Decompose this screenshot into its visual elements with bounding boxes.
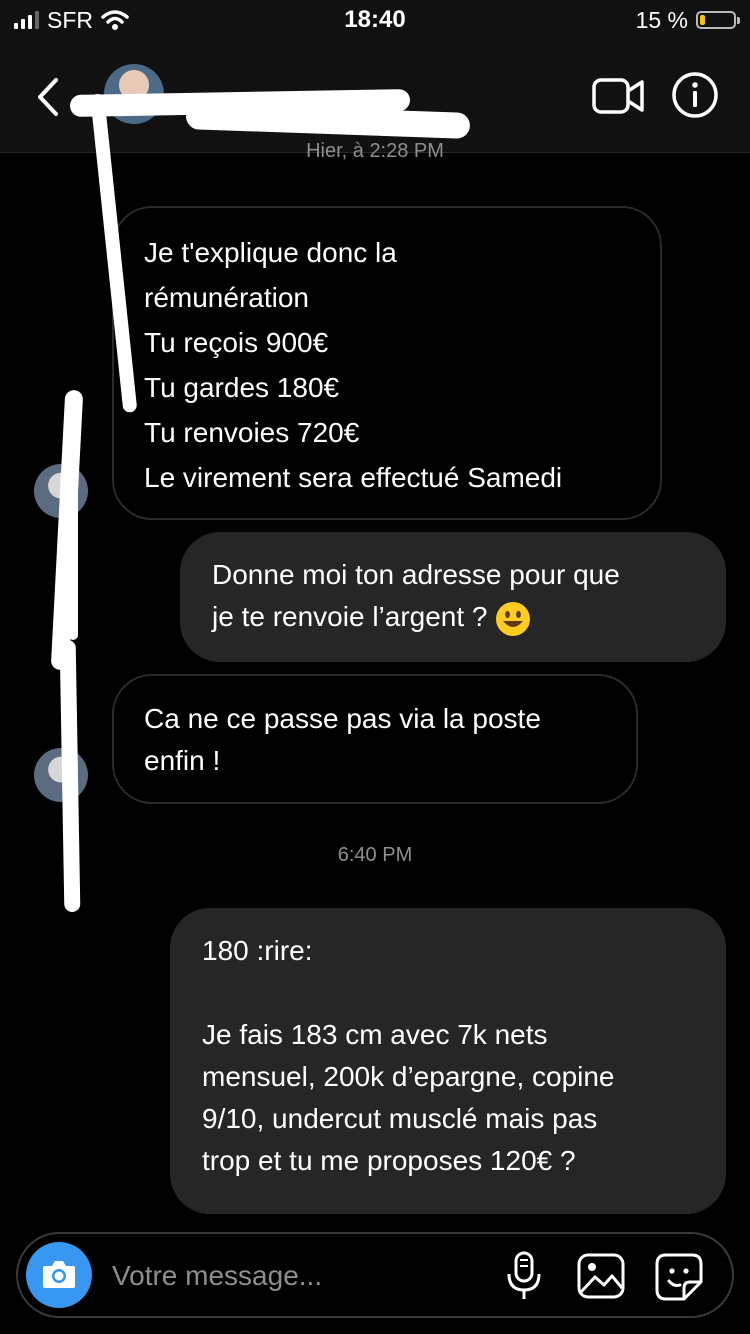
timestamp: Hier, à 2:28 PM [306, 140, 444, 162]
sticker-icon[interactable] [654, 1252, 704, 1302]
battery-info: 15 % [635, 6, 740, 34]
video-call-icon[interactable] [590, 72, 646, 120]
battery-fill [700, 15, 706, 25]
info-icon[interactable] [670, 70, 720, 120]
microphone-icon[interactable] [504, 1250, 544, 1302]
message-composer [16, 1232, 734, 1318]
scribble-mark [50, 389, 84, 671]
message-text: Donne moi ton adresse pour que je te ren… [212, 559, 620, 632]
camera-icon [43, 1261, 75, 1288]
timestamp: 6:40 PM [337, 844, 413, 866]
outgoing-message[interactable]: Donne moi ton adresse pour que je te ren… [180, 532, 726, 662]
outgoing-message[interactable]: 180 :rire: Je fais 183 cm avec 7k nets m… [170, 908, 726, 1214]
chat-header [0, 42, 750, 153]
smiling-face-icon [496, 601, 531, 636]
scribble-mark [68, 400, 78, 640]
status-bar: SFR 18:40 15 % [0, 0, 750, 42]
battery-percent: 15 % [635, 6, 688, 33]
incoming-message[interactable]: Ca ne ce passe pas via la poste enfin ! [112, 674, 638, 804]
message-input[interactable] [110, 1254, 494, 1298]
camera-button[interactable] [26, 1242, 92, 1308]
scribble-mark [59, 639, 81, 913]
back-chevron-icon[interactable] [28, 72, 68, 122]
redaction-mark [185, 103, 471, 139]
gallery-icon[interactable] [576, 1252, 626, 1300]
battery-icon [696, 11, 740, 29]
incoming-message[interactable]: Je t'explique donc la rémunération Tu re… [112, 206, 662, 520]
